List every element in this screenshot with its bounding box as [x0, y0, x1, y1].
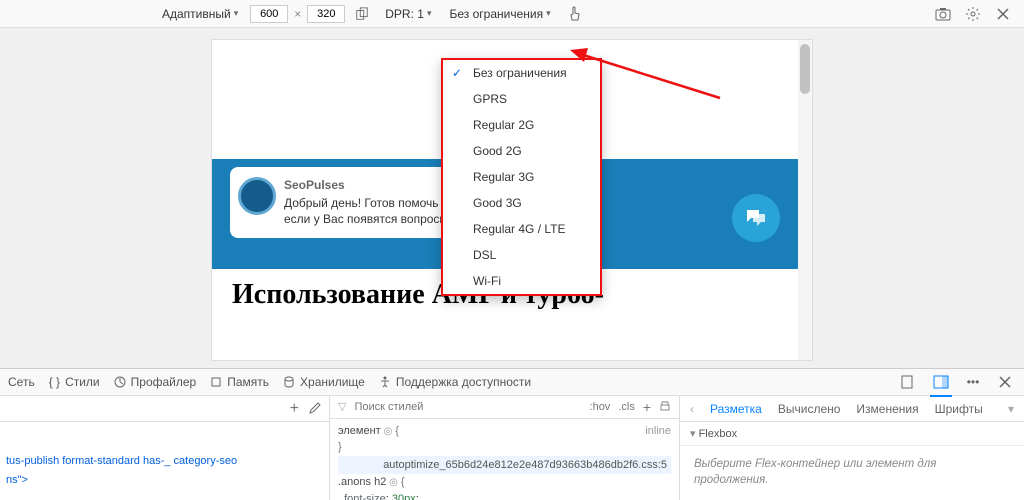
device-select-label: Адаптивный	[162, 7, 231, 21]
touch-icon[interactable]	[563, 3, 585, 25]
screenshot-icon[interactable]	[932, 3, 954, 25]
tab-styles[interactable]: { }Стили	[49, 375, 100, 389]
dpr-label: DPR: 1	[385, 7, 424, 21]
chevron-down-icon: ▾	[234, 8, 239, 19]
eyedropper-icon[interactable]	[307, 402, 321, 416]
responsive-toolbar: Адаптивный ▾ × DPR: 1 ▾ Без ограничения …	[0, 0, 1024, 28]
hov-toggle[interactable]: :hov	[590, 401, 611, 413]
flexbox-section-header[interactable]: Flexbox	[680, 422, 1024, 446]
css-source-link[interactable]: autoptimize_65b6d24e812e2e487d93663b486d…	[338, 456, 671, 475]
throttle-option[interactable]: Good 2G	[443, 138, 600, 164]
tab-memory[interactable]: Память	[210, 375, 269, 389]
throttle-option[interactable]: Wi-Fi	[443, 268, 600, 294]
throttle-option[interactable]: Good 3G	[443, 190, 600, 216]
tabs-scroll-left-icon[interactable]: ‹	[690, 402, 694, 416]
devtools-tabs: Сеть { }Стили Профайлер Память Хранилище…	[0, 368, 1024, 396]
panel-styles: ▽ :hov .cls + элемент {inline } autoptim…	[330, 396, 680, 500]
times-separator: ×	[294, 7, 301, 21]
styles-search-input[interactable]	[354, 401, 581, 413]
docking-icon[interactable]	[930, 375, 952, 397]
responsive-mode-icon[interactable]	[898, 371, 920, 393]
tab-computed[interactable]: Вычислено	[778, 402, 841, 416]
layout-tabs: ‹ Разметка Вычислено Изменения Шрифты ▾	[680, 396, 1024, 422]
throttle-option[interactable]: Regular 3G	[443, 164, 600, 190]
tabs-scroll-right-icon[interactable]: ▾	[1008, 402, 1014, 416]
tab-accessibility[interactable]: Поддержка доступности	[379, 375, 531, 389]
device-select[interactable]: Адаптивный ▾	[156, 5, 244, 23]
throttle-label: Без ограничения	[449, 7, 543, 21]
chat-button[interactable]	[732, 194, 780, 242]
tab-profiler[interactable]: Профайлер	[114, 375, 197, 389]
throttle-option[interactable]: GPRS	[443, 86, 600, 112]
tab-layout[interactable]: Разметка	[710, 402, 762, 416]
cls-toggle[interactable]: .cls	[618, 401, 635, 413]
rotate-icon[interactable]	[351, 3, 373, 25]
close-devtools-icon[interactable]	[994, 371, 1016, 393]
tab-changes[interactable]: Изменения	[856, 402, 918, 416]
dom-code[interactable]: tus-publish format-standard has-_ catego…	[0, 422, 329, 495]
devtools-panels: + tus-publish format-standard has-_ cate…	[0, 396, 1024, 500]
throttle-menu: Без ограниченияGPRSRegular 2GGood 2GRegu…	[441, 58, 602, 296]
throttle-option[interactable]: Без ограничения	[443, 60, 600, 86]
scrollbar[interactable]	[798, 40, 812, 360]
throttle-option[interactable]: Regular 2G	[443, 112, 600, 138]
filter-icon: ▽	[338, 400, 346, 413]
add-rule-icon[interactable]: +	[643, 399, 651, 415]
styles-toolbar: ▽ :hov .cls +	[330, 396, 679, 419]
styles-rules[interactable]: элемент {inline } autoptimize_65b6d24e81…	[330, 419, 679, 500]
throttle-select[interactable]: Без ограничения ▾	[443, 5, 556, 23]
dpr-select[interactable]: DPR: 1 ▾	[379, 5, 437, 23]
tab-fonts[interactable]: Шрифты	[935, 402, 983, 416]
height-input[interactable]	[307, 5, 345, 23]
viewport-area: SE pupulseslses SeoPulses Добрый день! Г…	[0, 28, 1024, 368]
panel-dom: + tus-publish format-standard has-_ cate…	[0, 396, 330, 500]
chevron-down-icon: ▾	[546, 8, 551, 19]
close-icon[interactable]	[992, 3, 1014, 25]
add-rule-icon[interactable]: +	[290, 400, 299, 418]
settings-icon[interactable]	[962, 3, 984, 25]
chat-avatar-icon	[238, 177, 276, 215]
flexbox-hint: Выберите Flex-контейнер или элемент для …	[680, 446, 1024, 498]
throttle-option[interactable]: DSL	[443, 242, 600, 268]
kebab-icon[interactable]: •••	[962, 371, 984, 393]
tab-storage[interactable]: Хранилище	[283, 375, 365, 389]
chat-icon	[745, 208, 767, 228]
dom-toolbar: +	[0, 396, 329, 422]
width-input[interactable]	[250, 5, 288, 23]
throttle-option[interactable]: Regular 4G / LTE	[443, 216, 600, 242]
print-icon[interactable]	[659, 401, 671, 413]
chevron-down-icon: ▾	[427, 8, 432, 19]
panel-layout: ‹ Разметка Вычислено Изменения Шрифты ▾ …	[680, 396, 1024, 500]
tab-network[interactable]: Сеть	[8, 375, 35, 389]
